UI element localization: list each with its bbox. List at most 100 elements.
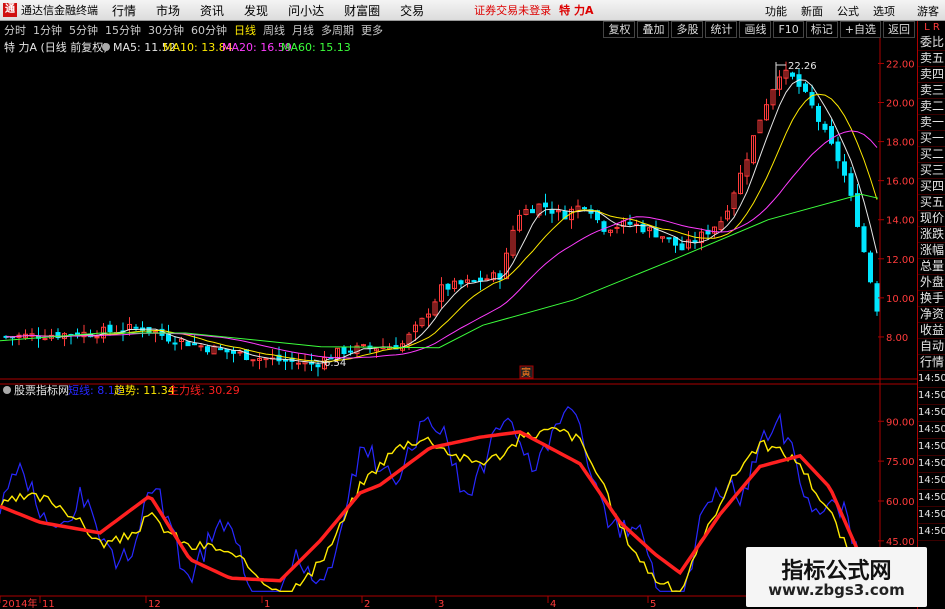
sidebar-item[interactable]: 买五 [918,195,945,211]
candle-body [790,72,795,77]
candle-body [237,351,243,354]
candle-body [172,342,178,345]
sidebar-item[interactable]: 14:50 [918,405,945,422]
candle-body [107,324,113,333]
candle-body [296,362,301,365]
sidebar-item[interactable]: 现价 [918,211,945,227]
indicator-lines [0,405,874,593]
sub-y-tick-label: 90.00 [886,417,915,428]
sidebar-item[interactable]: 买三 [918,163,945,179]
sidebar-item[interactable]: 14:50 [918,473,945,490]
candle-body [205,346,210,353]
sidebar-item[interactable]: 14:50 [918,388,945,405]
sidebar-item[interactable]: 涨幅 [918,243,945,259]
candle-body [835,141,841,162]
sidebar-item[interactable]: 14:50 [918,371,945,388]
high-annotation: 22.26 [788,61,817,72]
main-y-axis: 8.00 10.00 12.00 14.00 16.00 18.00 20.00 22.00 [878,59,915,344]
sidebar-item[interactable]: 总量 [918,259,945,275]
candle-body [185,341,191,347]
event-marker-label: 寅 [521,366,531,379]
candle-body [445,283,451,290]
main-y-tick-label: 18.00 [886,138,915,149]
guest-label[interactable]: 游客 [917,3,939,19]
candle-body [153,331,158,334]
sidebar-item[interactable]: 卖三 [918,83,945,99]
sidebar-item[interactable]: 卖四 [918,67,945,83]
sidebar-item[interactable]: 净资 [918,307,945,323]
x-axis-label: 1 [264,599,270,609]
sidebar-item[interactable]: 外盘 [918,275,945,291]
candle-body [543,202,548,208]
sidebar-item[interactable]: 行情 [918,355,945,371]
sidebar-item[interactable]: 买二 [918,147,945,163]
candle-body [679,243,685,251]
sidebar-item[interactable]: 14:50 [918,507,945,524]
x-axis-label: 3 [438,599,444,609]
candle-body [315,364,321,368]
main-y-tick-label: 20.00 [886,99,915,110]
candle-body [822,123,828,130]
sidebar-item[interactable]: 买四 [918,179,945,195]
candle-body [868,252,873,283]
sidebar-item[interactable]: 买一 [918,131,945,147]
ma5-line [5,79,878,364]
sidebar-item[interactable]: 自动 [918,339,945,355]
sub-y-tick-label: 60.00 [886,497,915,508]
main-y-tick-label: 16.00 [886,177,915,188]
candle-body [549,209,555,214]
candle-body [861,226,867,253]
sidebar-item[interactable]: 卖五 [918,51,945,67]
ma20-line [5,130,878,359]
x-axis: 2014年 11 12 1 2 3 4 5 [0,596,656,609]
candle-body [666,237,672,240]
candle-body [192,343,197,346]
candle-body [627,221,633,225]
watermark-url: www.zbgs3.com [768,581,905,599]
x-axis-label: 5 [650,599,656,609]
candle-body [842,161,847,176]
settings-gear-icon[interactable] [102,43,110,51]
chart-canvas[interactable]: 8.0010.0012.0014.0016.0018.0020.0022.00 … [0,0,917,609]
candle-body [673,237,678,246]
ma-lines [0,79,879,364]
sidebar-item[interactable]: 卖二 [918,99,945,115]
sidebar-item[interactable]: 委比 [918,35,945,51]
x-axis-label: 4 [550,599,556,609]
candle-body [250,359,256,362]
sidebar-item[interactable]: 14:50 [918,524,945,541]
x-axis-label: 12 [148,599,161,609]
candle-body [263,358,269,361]
sidebar-item[interactable]: 涨跌 [918,227,945,243]
candle-body [341,346,347,354]
main-chart-title: 特 力A (日线 前复权) [4,40,108,54]
candle-body [224,349,230,353]
main-y-tick-label: 8.00 [886,333,908,344]
candle-body [94,336,100,339]
candle-body [244,349,249,361]
short-line [0,405,873,592]
x-axis-label: 11 [42,599,55,609]
sidebar-toggle[interactable]: L R [918,21,945,35]
sidebar-item[interactable]: 14:50 [918,456,945,473]
sidebar-item[interactable]: 14:50 [918,490,945,507]
candle-body [133,326,139,329]
main-y-tick-label: 12.00 [886,255,915,266]
sidebar-item[interactable]: 卖一 [918,115,945,131]
candle-body [855,193,860,227]
candle-body [348,350,353,353]
candle-body [361,344,366,347]
sidebar-item[interactable]: 换手 [918,291,945,307]
sidebar-item[interactable]: 收益 [918,323,945,339]
candle-body [816,105,821,122]
indicator-settings-icon[interactable] [3,386,11,394]
watermark-badge: 指标公式网 www.zbgs3.com [746,547,927,607]
x-axis-label: 2014年 [2,597,37,609]
quote-sidebar: L R 委比 卖五 卖四 卖三 卖二 卖一 买一 买二 买三 买四 买五 现价 涨跌 涨幅 总量 外盘 换手 净资… [917,21,945,609]
sidebar-item[interactable]: 14:50 [918,422,945,439]
main-y-tick-label: 22.00 [886,59,915,70]
candle-body [848,173,854,196]
sidebar-item[interactable]: 14:50 [918,439,945,456]
candle-body [614,226,620,229]
ma60-label: MA60: 15.13 [281,41,351,54]
